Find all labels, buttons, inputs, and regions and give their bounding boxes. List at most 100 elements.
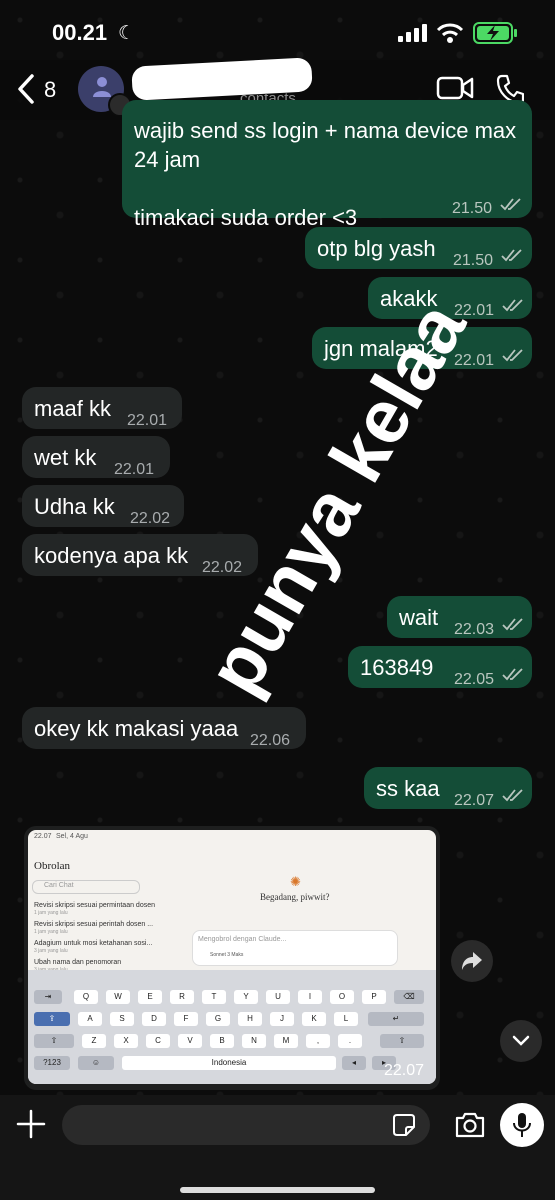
- message-bubble[interactable]: Udha kk 22.02: [22, 485, 184, 527]
- plus-icon[interactable]: [16, 1109, 46, 1139]
- person-icon: [93, 77, 111, 97]
- shot-status-date: Sel, 4 Agu: [56, 833, 88, 840]
- shot-sidebar-title: Obrolan: [34, 860, 71, 872]
- message-time: 22.03: [454, 621, 495, 638]
- shot-chat-title: Revisi skripsi sesuai permintaan dosen: [34, 902, 155, 909]
- message-bubble[interactable]: wajib send ss login + nama device max 24…: [122, 100, 532, 230]
- message-bubble[interactable]: maaf kk 22.01: [22, 387, 182, 429]
- key: D: [142, 1012, 166, 1026]
- key: V: [178, 1034, 202, 1048]
- key: B: [210, 1034, 234, 1048]
- moon-icon: ☾: [118, 23, 136, 44]
- double-check-icon: [502, 349, 523, 362]
- double-check-icon: [500, 198, 521, 211]
- home-indicator: [180, 1187, 375, 1193]
- forward-arrow-icon: [462, 952, 482, 970]
- key: S: [110, 1012, 134, 1026]
- message-time: 22.05: [454, 671, 495, 688]
- sparkle-icon: ✺: [290, 874, 301, 889]
- back-unread-count[interactable]: 8: [44, 77, 56, 103]
- message-time: 22.02: [202, 559, 243, 576]
- double-check-icon: [502, 789, 523, 802]
- message-time: 22.01: [114, 461, 155, 478]
- image-message[interactable]: 22.07 Sel, 4 Agu Obrolan Cari Chat Revis…: [24, 826, 440, 1090]
- status-time: 00.21: [52, 20, 108, 45]
- message-bubble[interactable]: ss kaa 22.07: [364, 767, 532, 809]
- sticker-icon[interactable]: [392, 1113, 416, 1137]
- double-check-icon: [501, 249, 522, 262]
- shot-greeting: Begadang, piwwit?: [260, 892, 330, 902]
- forward-button[interactable]: [451, 940, 493, 982]
- camera-icon[interactable]: [454, 1111, 486, 1139]
- message-input[interactable]: [62, 1105, 430, 1145]
- space-key: Indonesia: [122, 1056, 336, 1070]
- key: A: [78, 1012, 102, 1026]
- shot-chat-title: Revisi skripsi sesuai perintah dosen ...: [34, 921, 154, 928]
- composer-bar: [0, 1095, 555, 1200]
- back-chevron-icon[interactable]: [14, 72, 38, 106]
- message-bubble[interactable]: 163849 22.05: [348, 646, 532, 688]
- double-check-icon: [502, 668, 523, 681]
- microphone-icon: [513, 1113, 531, 1137]
- key: F: [174, 1012, 198, 1026]
- video-call-icon[interactable]: [436, 74, 474, 102]
- shift-key-icon: ⇧: [380, 1034, 424, 1048]
- key: Y: [234, 990, 258, 1004]
- key: J: [270, 1012, 294, 1026]
- key: O: [330, 990, 354, 1004]
- message-bubble[interactable]: wait 22.03: [387, 596, 532, 638]
- key: L: [334, 1012, 358, 1026]
- key: Z: [82, 1034, 106, 1048]
- message-time: 22.02: [130, 510, 171, 527]
- shot-chat-title: Adagium untuk mosi ketahanan sosi...: [34, 940, 153, 947]
- message-time: 22.06: [250, 732, 291, 749]
- key: N: [242, 1034, 266, 1048]
- battery-charging-icon: [473, 22, 517, 44]
- shot-chat-time: 1 jam yang lalu: [34, 929, 68, 935]
- key: Q: [74, 990, 98, 1004]
- shot-chat-time: 1 jam yang lalu: [34, 910, 68, 916]
- scroll-down-button[interactable]: [500, 1020, 542, 1062]
- cellular-signal-icon: [398, 24, 427, 42]
- key: H: [238, 1012, 262, 1026]
- message-text: 163849: [360, 655, 434, 680]
- message-bubble[interactable]: okey kk makasi yaaa 22.06: [22, 707, 306, 749]
- key: P: [362, 990, 386, 1004]
- shot-chat-time: 3 jam yang lalu: [34, 948, 68, 954]
- message-text: Udha kk: [34, 494, 115, 519]
- key: ,: [306, 1034, 330, 1048]
- key: T: [202, 990, 226, 1004]
- shot-model-label: Sonnet 3 Maks: [210, 952, 244, 958]
- image-message-time: 22.07: [384, 1062, 425, 1079]
- key: U: [266, 990, 290, 1004]
- emoji-key-icon: ☺: [78, 1056, 114, 1070]
- tab-key-icon: ⇥: [34, 990, 62, 1004]
- message-time: 22.07: [454, 792, 495, 809]
- message-bubble[interactable]: kodenya apa kk 22.02: [22, 534, 258, 576]
- double-check-icon: [502, 618, 523, 631]
- voice-record-button[interactable]: [500, 1103, 544, 1147]
- message-text: maaf kk: [34, 396, 112, 421]
- enter-key-icon: ↵: [368, 1012, 424, 1026]
- message-time: 21.50: [453, 252, 494, 269]
- arrow-left-key-icon: ◂: [342, 1056, 366, 1070]
- key: I: [298, 990, 322, 1004]
- message-bubble[interactable]: otp blg yash 21.50: [305, 227, 532, 269]
- message-bubble[interactable]: wet kk 22.01: [22, 436, 170, 478]
- message-text: otp blg yash: [317, 236, 436, 261]
- backspace-key-icon: ⌫: [394, 990, 424, 1004]
- wifi-icon: [436, 23, 464, 43]
- key: R: [170, 990, 194, 1004]
- caps-key-icon: ⇪: [34, 1012, 70, 1026]
- key: E: [138, 990, 162, 1004]
- shift-key-icon: ⇧: [34, 1034, 74, 1048]
- key: X: [114, 1034, 138, 1048]
- status-bar: 00.21 ☾: [0, 0, 555, 64]
- screenshot-thumbnail[interactable]: 22.07 Sel, 4 Agu Obrolan Cari Chat Revis…: [28, 830, 436, 1084]
- key: .: [338, 1034, 362, 1048]
- message-text: wet kk: [34, 445, 97, 470]
- shot-input-placeholder: Mengobrol dengan Claude...: [198, 936, 287, 943]
- message-text: ss kaa: [376, 776, 440, 801]
- shot-keyboard: ⇥ Q W E R T Y U I O P ⌫ ⇪ A S D F G H J …: [28, 970, 436, 1084]
- key: M: [274, 1034, 298, 1048]
